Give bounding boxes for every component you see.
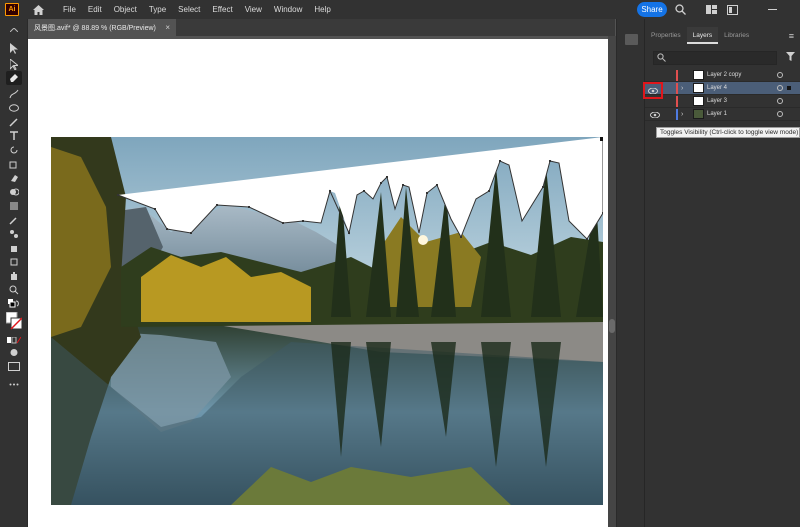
target-icon[interactable]	[777, 111, 783, 117]
artboard-tool-icon[interactable]	[6, 255, 22, 269]
panel-menu-icon[interactable]: ≡	[789, 31, 794, 41]
shape-builder-tool-icon[interactable]	[6, 185, 22, 199]
layers-panel: Properties Layers Libraries ≡ Layer 2 co…	[644, 19, 800, 527]
layer-name[interactable]: Layer 1	[707, 108, 727, 121]
search-icon	[657, 53, 666, 62]
menu-window[interactable]: Window	[268, 0, 308, 19]
type-tool-icon[interactable]	[6, 129, 22, 143]
draw-mode-icon[interactable]	[6, 345, 22, 359]
eyedropper-tool-icon[interactable]	[6, 213, 22, 227]
menu-file[interactable]: File	[57, 0, 82, 19]
chevron-right-icon[interactable]: ›	[681, 108, 683, 121]
hand-tool-icon[interactable]	[6, 269, 22, 283]
search-icon[interactable]	[674, 3, 687, 16]
tools-panel	[0, 19, 28, 527]
filter-icon[interactable]	[786, 52, 795, 61]
tab-libraries[interactable]: Libraries	[718, 27, 755, 44]
default-colors-icon[interactable]	[6, 297, 22, 311]
menu-effect[interactable]: Effect	[206, 0, 238, 19]
layer-color-bar	[676, 83, 678, 94]
menu-select[interactable]: Select	[172, 0, 206, 19]
layer-thumbnail	[693, 83, 704, 93]
scrollbar-thumb[interactable]	[609, 319, 615, 333]
layer-thumbnail	[693, 96, 704, 106]
menu-object[interactable]: Object	[108, 0, 143, 19]
app-logo: Ai	[5, 3, 19, 16]
menu-type[interactable]: Type	[143, 0, 172, 19]
layer-thumbnail	[693, 109, 704, 119]
target-icon[interactable]	[777, 98, 783, 104]
layers-list: Layer 2 copy › Layer 4 Layer 3 › Layer 1	[645, 69, 800, 121]
blend-tool-icon[interactable]	[6, 227, 22, 241]
pen-tool-icon[interactable]	[6, 71, 22, 85]
layer-row-layer-2-copy[interactable]: Layer 2 copy	[645, 69, 800, 82]
tab-properties[interactable]: Properties	[645, 27, 687, 44]
zoom-tool-icon[interactable]	[6, 283, 22, 297]
eye-icon[interactable]	[649, 109, 661, 120]
layer-color-bar	[676, 96, 678, 107]
illustrator-window: { "app": { "logo": "Ai" }, "menu": ["Fil…	[0, 0, 800, 527]
tab-layers[interactable]: Layers	[686, 27, 719, 44]
menu-items: File Edit Object Type Select Effect View…	[57, 0, 337, 19]
layer-color-bar	[676, 109, 678, 120]
fill-stroke-swatch[interactable]	[6, 311, 22, 331]
landscape-artwork[interactable]	[51, 137, 603, 505]
comments-icon[interactable]	[625, 34, 638, 45]
curvature-tool-icon[interactable]	[6, 87, 22, 101]
layer-name[interactable]: Layer 2 copy	[707, 69, 741, 82]
menu-view[interactable]: View	[239, 0, 268, 19]
target-icon[interactable]	[777, 72, 783, 78]
rotate-tool-icon[interactable]	[6, 143, 22, 157]
gradient-tool-icon[interactable]	[6, 199, 22, 213]
menu-edit[interactable]: Edit	[82, 0, 108, 19]
layer-row-layer-1[interactable]: › Layer 1	[645, 108, 800, 121]
selection-indicator[interactable]	[787, 86, 791, 90]
layer-search-input[interactable]	[653, 51, 777, 65]
selection-tool-icon[interactable]	[6, 41, 22, 55]
frame-icon[interactable]	[726, 3, 739, 16]
collapse-icon[interactable]	[6, 23, 22, 37]
document-title: 风景图.avif* @ 88.89 % (RGB/Preview)	[34, 24, 156, 32]
menu-bar: Ai File Edit Object Type Select Effect V…	[0, 0, 800, 19]
layer-row-layer-4[interactable]: › Layer 4	[645, 82, 800, 95]
document-tab-bar: 风景图.avif* @ 88.89 % (RGB/Preview) ×	[28, 19, 615, 36]
more-tools-icon[interactable]	[6, 377, 22, 391]
layer-thumbnail	[693, 70, 704, 80]
symbol-sprayer-tool-icon[interactable]	[6, 241, 22, 255]
menu-help[interactable]: Help	[308, 0, 336, 19]
visibility-tooltip: Toggles Visibility (Ctrl-click to toggle…	[656, 127, 800, 138]
document-tab[interactable]: 风景图.avif* @ 88.89 % (RGB/Preview) ×	[28, 19, 176, 36]
layer-name[interactable]: Layer 3	[707, 95, 727, 108]
panel-tabs: Properties Layers Libraries	[645, 27, 800, 44]
close-icon[interactable]: ×	[165, 23, 170, 32]
share-button[interactable]: Share	[637, 2, 667, 17]
target-icon[interactable]	[777, 85, 783, 91]
arrange-icon[interactable]	[705, 3, 718, 16]
direct-selection-tool-icon[interactable]	[6, 57, 22, 71]
layer-color-bar	[676, 70, 678, 81]
ellipse-tool-icon[interactable]	[6, 101, 22, 115]
collapsed-panel-strip	[616, 19, 644, 527]
eye-icon[interactable]	[648, 88, 658, 94]
vertical-scrollbar[interactable]	[608, 36, 616, 527]
highlight-box	[643, 82, 663, 99]
paintbrush-tool-icon[interactable]	[6, 115, 22, 129]
scale-tool-icon[interactable]	[6, 157, 22, 171]
chevron-right-icon[interactable]: ›	[681, 82, 683, 95]
minimize-icon[interactable]	[766, 3, 779, 16]
layer-name[interactable]: Layer 4	[707, 82, 727, 95]
layer-row-layer-3[interactable]: Layer 3	[645, 95, 800, 108]
screen-mode-icon[interactable]	[6, 359, 22, 373]
eraser-tool-icon[interactable]	[6, 171, 22, 185]
home-icon[interactable]	[29, 0, 47, 19]
